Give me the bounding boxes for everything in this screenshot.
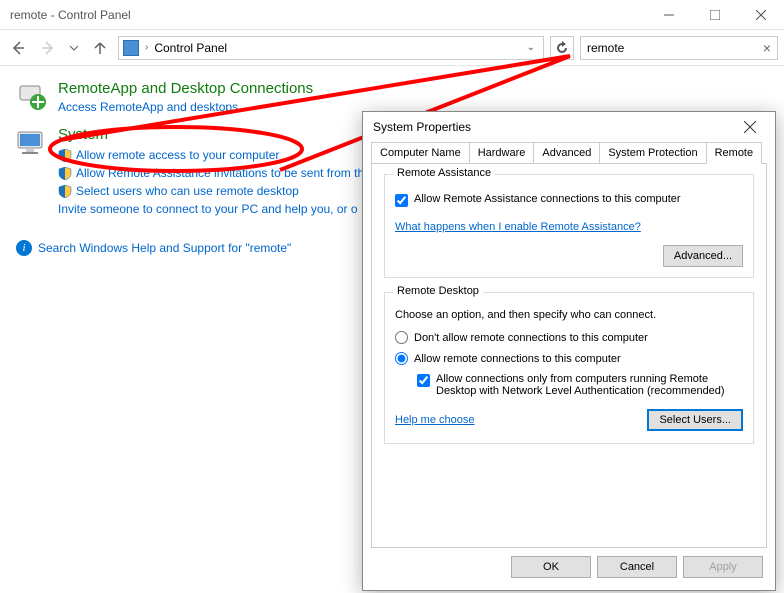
- minimize-icon: [664, 10, 674, 20]
- dialog-button-row: OK Cancel Apply: [363, 556, 775, 590]
- system-link-allow-remote[interactable]: Allow remote access to your computer: [76, 148, 279, 162]
- close-icon: [756, 10, 766, 20]
- allow-remote-assistance-row[interactable]: Allow Remote Assistance connections to t…: [395, 193, 743, 207]
- cancel-button[interactable]: Cancel: [597, 556, 677, 578]
- tab-hardware[interactable]: Hardware: [469, 142, 535, 164]
- chevron-right-icon: ›: [145, 42, 148, 53]
- shield-icon: [58, 148, 72, 162]
- remoteapp-icon: [16, 80, 48, 112]
- back-arrow-icon: [10, 40, 26, 56]
- maximize-icon: [710, 10, 720, 20]
- nla-label: Allow connections only from computers ru…: [436, 373, 743, 397]
- radio-allow-label: Allow remote connections to this compute…: [414, 353, 621, 365]
- dialog-close-button[interactable]: [735, 112, 765, 142]
- address-text: Control Panel: [154, 41, 227, 55]
- select-users-button[interactable]: Select Users...: [647, 409, 743, 431]
- close-button[interactable]: [738, 0, 784, 30]
- nla-checkbox-row[interactable]: Allow connections only from computers ru…: [417, 373, 743, 397]
- refresh-button[interactable]: [550, 36, 574, 60]
- system-icon: [16, 126, 48, 158]
- dialog-body: Remote Assistance Allow Remote Assistanc…: [371, 163, 767, 548]
- radio-dont-allow-row[interactable]: Don't allow remote connections to this c…: [395, 331, 743, 344]
- system-heading-link[interactable]: System: [58, 126, 108, 143]
- remote-assistance-advanced-button[interactable]: Advanced...: [663, 245, 743, 267]
- result-remoteapp: RemoteApp and Desktop Connections Access…: [16, 80, 768, 114]
- maximize-button[interactable]: [692, 0, 738, 30]
- radio-allow-row[interactable]: Allow remote connections to this compute…: [395, 352, 743, 365]
- help-me-choose-link[interactable]: Help me choose: [395, 414, 475, 426]
- dialog-title-text: System Properties: [373, 120, 471, 134]
- remote-desktop-group: Remote Desktop Choose an option, and the…: [384, 292, 754, 444]
- up-button[interactable]: [88, 36, 112, 60]
- navigation-bar: › Control Panel ⌄ ×: [0, 30, 784, 66]
- back-button[interactable]: [6, 36, 30, 60]
- system-properties-dialog: System Properties Computer Name Hardware…: [362, 111, 776, 591]
- up-arrow-icon: [92, 40, 108, 56]
- window-title: remote - Control Panel: [10, 8, 131, 22]
- close-icon: [744, 121, 756, 133]
- forward-button[interactable]: [36, 36, 60, 60]
- remote-assistance-group: Remote Assistance Allow Remote Assistanc…: [384, 174, 754, 278]
- allow-remote-assistance-checkbox[interactable]: [395, 194, 408, 207]
- search-box[interactable]: ×: [580, 36, 778, 60]
- remote-assistance-legend: Remote Assistance: [393, 167, 495, 179]
- apply-button[interactable]: Apply: [683, 556, 763, 578]
- address-bar[interactable]: › Control Panel ⌄: [118, 36, 544, 60]
- window-controls: [646, 0, 784, 30]
- chevron-down-icon: [69, 43, 79, 53]
- window-titlebar: remote - Control Panel: [0, 0, 784, 30]
- shield-icon: [58, 184, 72, 198]
- radio-dont-allow[interactable]: [395, 331, 408, 344]
- control-panel-icon: [123, 40, 139, 56]
- help-search-link[interactable]: Search Windows Help and Support for "rem…: [38, 241, 291, 255]
- tab-remote[interactable]: Remote: [706, 142, 763, 164]
- tab-strip: Computer Name Hardware Advanced System P…: [363, 142, 775, 164]
- address-dropdown-icon[interactable]: ⌄: [523, 42, 539, 53]
- recent-locations-button[interactable]: [66, 36, 82, 60]
- info-icon: i: [16, 240, 32, 256]
- radio-dont-allow-label: Don't allow remote connections to this c…: [414, 332, 648, 344]
- tab-system-protection[interactable]: System Protection: [599, 142, 706, 164]
- tab-advanced[interactable]: Advanced: [533, 142, 600, 164]
- forward-arrow-icon: [40, 40, 56, 56]
- refresh-icon: [555, 41, 569, 55]
- remoteapp-heading-link[interactable]: RemoteApp and Desktop Connections: [58, 80, 313, 97]
- ok-button[interactable]: OK: [511, 556, 591, 578]
- search-input[interactable]: [587, 41, 763, 55]
- shield-icon: [58, 166, 72, 180]
- remote-desktop-legend: Remote Desktop: [393, 285, 483, 297]
- nla-checkbox[interactable]: [417, 374, 430, 387]
- system-link-invite[interactable]: Invite someone to connect to your PC and…: [58, 202, 358, 216]
- tab-computer-name[interactable]: Computer Name: [371, 142, 470, 164]
- radio-allow[interactable]: [395, 352, 408, 365]
- system-link-remote-assistance[interactable]: Allow Remote Assistance invitations to b…: [76, 166, 364, 180]
- allow-remote-assistance-label: Allow Remote Assistance connections to t…: [414, 193, 681, 205]
- search-clear-icon[interactable]: ×: [763, 40, 771, 56]
- dialog-titlebar: System Properties: [363, 112, 775, 142]
- minimize-button[interactable]: [646, 0, 692, 30]
- remote-assistance-help-link[interactable]: What happens when I enable Remote Assist…: [395, 221, 641, 233]
- remote-desktop-desc: Choose an option, and then specify who c…: [395, 309, 743, 321]
- system-link-select-users[interactable]: Select users who can use remote desktop: [76, 184, 299, 198]
